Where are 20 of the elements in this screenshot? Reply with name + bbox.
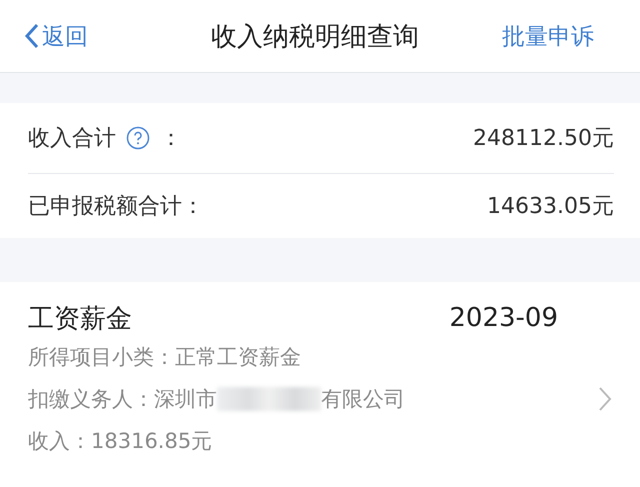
summary-value: 248112.50元	[473, 125, 614, 153]
income-subtype: 所得项目小类：正常工资薪金	[28, 344, 301, 371]
back-link[interactable]: 返回	[24, 20, 88, 52]
help-icon[interactable]	[126, 126, 150, 150]
colon: ：	[160, 125, 182, 153]
record-title: 工资薪金	[28, 302, 132, 336]
record-period: 2023-09	[449, 303, 558, 333]
payer-label: 扣缴义务人：	[28, 386, 154, 413]
summary-label: 收入合计	[28, 125, 116, 153]
batch-appeal-link[interactable]: 批量申诉	[502, 20, 594, 52]
page-title: 收入纳税明细查询	[211, 20, 419, 54]
back-label[interactable]: 返回	[42, 20, 88, 52]
summary-value: 14633.05元	[487, 193, 614, 221]
income-record-card[interactable]: 工资薪金 2023-09 所得项目小类：正常工资薪金 扣缴义务人：深圳市 有限公司 收入：18316.85元	[0, 282, 640, 487]
payer-name-start: 深圳市	[154, 386, 217, 413]
payer-name-end: 有限公司	[321, 386, 405, 413]
record-income: 收入：18316.85元	[28, 428, 212, 455]
back-chevron-icon	[24, 23, 40, 49]
chevron-right-icon	[598, 386, 612, 412]
summary-label: 已申报税额合计：	[28, 193, 204, 221]
